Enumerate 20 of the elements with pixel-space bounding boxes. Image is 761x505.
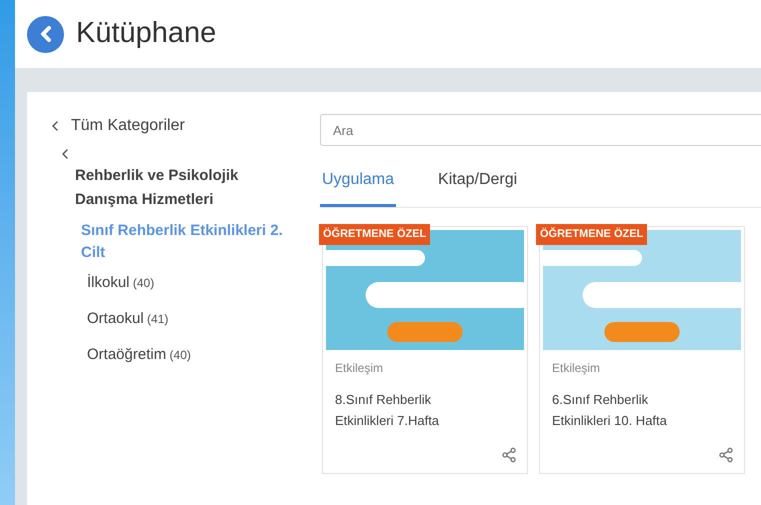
- all-categories-link[interactable]: Tüm Kategoriler: [47, 114, 320, 138]
- back-button[interactable]: [27, 16, 64, 52]
- share-icon[interactable]: [718, 447, 734, 463]
- parent-category-link[interactable]: Rehberlik ve Psikolojik Danışma Hizmetleri: [75, 164, 275, 212]
- category-item[interactable]: İlkokul (40): [87, 272, 320, 294]
- badge: ÖĞRETMENE ÖZEL: [319, 224, 430, 244]
- card-title: 6.Sınıf Rehberlik Etkinlikleri 10. Hafta: [551, 391, 668, 430]
- content-card-item[interactable]: ÖĞRETMENE ÖZEL Etkileşim 8.Sınıf Rehberlik Etkinlikleri 7.Hafta: [322, 226, 528, 474]
- card-title: 8.Sınıf Rehberlik Etkinlikleri 7.Hafta: [334, 391, 440, 430]
- content-card-item[interactable]: ÖĞRETMENE ÖZEL Etkileşim 6.Sınıf Rehberlik Etkinlikleri 10. Hafta: [539, 226, 745, 474]
- page-title: Kütüphane: [76, 16, 216, 52]
- tab[interactable]: Uygulama: [320, 168, 396, 207]
- share-icon[interactable]: [501, 447, 517, 463]
- tab[interactable]: Kitap/Dergi: [438, 168, 518, 207]
- card-type: Etkileşim: [334, 360, 384, 377]
- category-item[interactable]: Ortaöğretim (40): [87, 344, 320, 366]
- category-item[interactable]: Ortaokul (41): [87, 308, 320, 330]
- badge: ÖĞRETMENE ÖZEL: [536, 224, 648, 244]
- card-type: Etkileşim: [551, 360, 602, 377]
- search-field[interactable]: Ara: [320, 114, 761, 146]
